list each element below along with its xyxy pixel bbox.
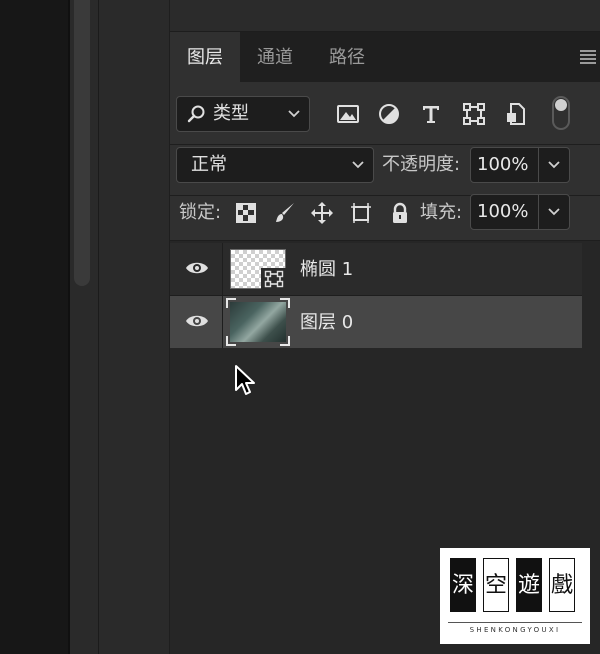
logo-character: 空 [483, 558, 509, 612]
scrollbar-thumb[interactable] [74, 0, 90, 286]
type-filter-icon[interactable] [419, 102, 443, 126]
logo-subtitle: SHENKONGYOUXI [469, 626, 561, 634]
tab-paths[interactable]: 路径 [312, 32, 382, 82]
logo-character: 戲 [549, 558, 575, 612]
layer-thumbnail[interactable] [230, 249, 287, 290]
opacity-value[interactable]: 100% [477, 148, 528, 182]
logo-character: 深 [450, 558, 476, 612]
chevron-down-icon[interactable] [547, 205, 561, 219]
eye-icon[interactable] [185, 260, 209, 276]
lock-label: 锁定: [179, 202, 222, 223]
layer-filter-row: 类型 [170, 82, 600, 145]
adjustment-filter-icon[interactable] [377, 102, 401, 126]
image-filter-icon[interactable] [336, 102, 360, 126]
lock-image-pixels-icon[interactable] [273, 201, 297, 225]
layer-name[interactable]: 椭圆 1 [300, 243, 353, 297]
fill-value[interactable]: 100% [477, 195, 528, 229]
tab-channels[interactable]: 通道 [242, 32, 308, 82]
search-icon [187, 105, 205, 123]
lock-transparent-pixels-icon[interactable] [234, 201, 258, 225]
filter-kind-label: 类型 [213, 103, 249, 124]
fill-label: 填充: [420, 202, 463, 223]
document-canvas-area [0, 0, 68, 654]
panel-header-area [170, 0, 600, 32]
layer-row-selected[interactable]: 图层 0 [170, 296, 582, 348]
smart-object-filter-icon[interactable] [504, 102, 528, 126]
lock-fill-row: 锁定: 填充: 100% [170, 194, 600, 241]
chevron-down-icon[interactable] [547, 158, 561, 172]
vertical-scrollbar-track[interactable] [70, 0, 98, 654]
filter-kind-select[interactable]: 类型 [176, 96, 310, 132]
opacity-label: 不透明度: [382, 154, 461, 175]
fill-field[interactable]: 100% [470, 194, 570, 230]
toggle-knob [555, 99, 567, 111]
chevron-down-icon [288, 110, 300, 118]
divider [222, 243, 223, 295]
lock-all-icon[interactable] [388, 201, 412, 225]
blend-mode-value: 正常 [191, 154, 227, 175]
panel-menu-icon[interactable] [580, 50, 596, 64]
chevron-down-icon [352, 161, 364, 169]
collapsed-panel-dock [99, 0, 169, 654]
lock-position-icon[interactable] [310, 201, 334, 225]
eye-icon[interactable] [185, 313, 209, 329]
shape-filter-icon[interactable] [462, 102, 486, 126]
mouse-pointer-icon [235, 365, 255, 395]
layer-thumbnail-photo[interactable] [226, 298, 290, 346]
divider [222, 296, 223, 348]
blend-mode-select[interactable]: 正常 [176, 147, 374, 183]
lock-artboard-icon[interactable] [349, 201, 373, 225]
blend-opacity-row: 正常 不透明度: 100% [170, 145, 600, 196]
tab-layers[interactable]: 图层 [170, 32, 240, 82]
logo-character: 遊 [516, 558, 542, 612]
shape-layer-badge-icon [261, 268, 287, 290]
layer-name[interactable]: 图层 0 [300, 296, 353, 350]
watermark-logo: 深 空 遊 戲 SHENKONGYOUXI [440, 548, 590, 644]
layer-row[interactable]: 椭圆 1 [170, 243, 582, 296]
opacity-field[interactable]: 100% [470, 147, 570, 183]
filter-toggle[interactable] [552, 96, 570, 130]
panel-tab-bar: 图层 通道 路径 [170, 32, 600, 82]
logo-rule [448, 622, 582, 623]
